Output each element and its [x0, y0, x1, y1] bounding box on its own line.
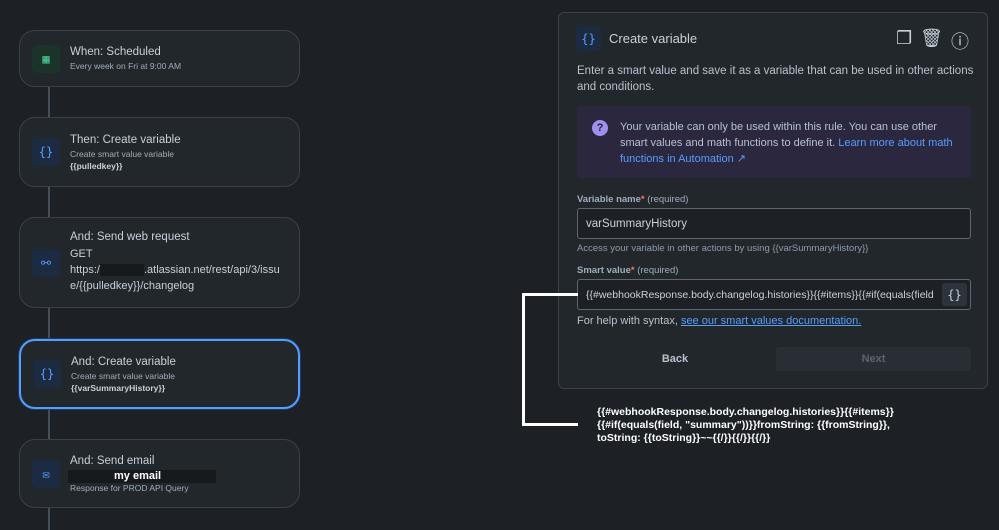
card-title: And: Send email: [70, 454, 155, 467]
duplicate-icon[interactable]: ❐: [896, 28, 912, 54]
flow-card-create-variable-1[interactable]: {} Then: Create variable Create smart va…: [19, 117, 300, 187]
mail-icon: ✉: [32, 459, 60, 488]
card-title: Then: Create variable: [70, 133, 181, 146]
webhook-icon: ⚯: [32, 248, 60, 277]
variable-name-input[interactable]: varSummaryHistory: [577, 208, 971, 239]
card-subtitle: Create smart value variable: [71, 370, 175, 381]
card-subtitle: Create smart value variable: [70, 148, 174, 159]
annotation-text: {{#webhookResponse.body.changelog.histor…: [597, 406, 894, 444]
help-icon[interactable]: ⓘ: [951, 28, 969, 54]
flow-card-web-request[interactable]: ⚯ And: Send web request GET https:/.atla…: [19, 217, 300, 308]
syntax-help: For help with syntax, see our smart valu…: [577, 315, 862, 327]
flow-card-send-email[interactable]: ✉ And: Send email my email Response for …: [19, 439, 300, 508]
next-button[interactable]: Next: [776, 347, 971, 371]
variable-hint: Access your variable in other actions by…: [577, 243, 869, 254]
redacted-recipient: my email: [68, 469, 216, 483]
back-button[interactable]: Back: [577, 347, 773, 371]
card-title: When: Scheduled: [70, 46, 161, 58]
trash-icon[interactable]: 🗑: [920, 28, 943, 54]
card-title: And: Create variable: [71, 355, 176, 368]
card-url: https:/.atlassian.net/rest/api/3/issue/{…: [70, 262, 299, 294]
card-subtitle: Response for PROD API Query: [70, 482, 189, 493]
smart-value-label: Smart value* (required): [577, 265, 679, 276]
smart-value-input[interactable]: {{#webhookResponse.body.changelog.histor…: [577, 279, 971, 310]
braces-icon: {}: [32, 138, 60, 166]
smart-values-docs-link[interactable]: see our smart values documentation.: [681, 315, 861, 327]
card-title: And: Send web request: [70, 231, 190, 243]
create-variable-panel: {} Create variable ❐ 🗑 ⓘ Enter a smart v…: [558, 12, 988, 389]
card-subtitle: Every week on Fri at 9:00 AM: [70, 61, 182, 71]
redacted-block: [99, 264, 144, 277]
braces-icon: {}: [576, 26, 601, 51]
variable-name-label: Variable name* (required): [577, 194, 689, 205]
card-method: GET: [70, 248, 93, 260]
card-variable: {{pulledkey}}: [70, 160, 123, 171]
panel-title: Create variable: [609, 31, 698, 46]
flow-card-create-variable-2[interactable]: {} And: Create variable Create smart val…: [19, 339, 300, 409]
annotation-bracket: [522, 293, 578, 426]
panel-description: Enter a smart value and save it as a var…: [577, 65, 974, 93]
flow-card-trigger[interactable]: ▦ When: Scheduled Every week on Fri at 9…: [19, 30, 300, 87]
card-variable: {{varSummaryHistory}}: [71, 382, 166, 393]
smart-value-picker-button[interactable]: {}: [942, 283, 967, 306]
url-prefix: https:/: [70, 264, 100, 276]
info-message: ? Your variable can only be used within …: [577, 106, 971, 178]
smart-value-text: {{#webhookResponse.body.changelog.histor…: [586, 288, 934, 301]
calendar-icon: ▦: [32, 44, 60, 73]
question-icon: ?: [592, 120, 608, 136]
braces-icon: {}: [33, 360, 61, 388]
